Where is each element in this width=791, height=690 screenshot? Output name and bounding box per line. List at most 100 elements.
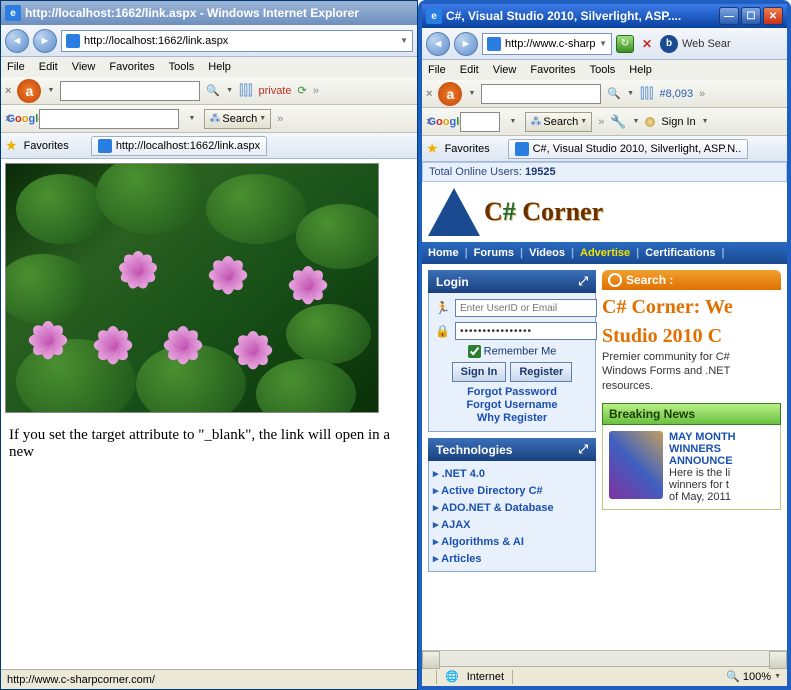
star-icon[interactable]: ★ <box>426 140 439 157</box>
nav-advertise[interactable]: Advertise <box>580 247 630 259</box>
google-more[interactable]: » <box>277 113 283 125</box>
menu-tools[interactable]: Tools <box>590 64 616 76</box>
favorites-label[interactable]: Favorites <box>445 143 490 155</box>
address-bar[interactable]: http://localhost:1662/link.aspx ▼ <box>61 30 413 52</box>
forgot-username-link[interactable]: Forgot Username <box>435 399 589 411</box>
google-search-input[interactable] <box>39 109 179 129</box>
private-label[interactable]: private <box>258 85 291 97</box>
web-search-label[interactable]: Web Sear <box>682 38 731 50</box>
search-icon[interactable]: 🔍 <box>206 84 220 97</box>
globe-icon: 🌐 <box>445 670 459 683</box>
ask-dropdown[interactable]: ▼ <box>47 87 54 94</box>
addr-dropdown[interactable]: ▼ <box>599 39 607 48</box>
news-title[interactable]: MAY MONTH WINNERS ANNOUNCE <box>669 431 736 467</box>
menu-favorites[interactable]: Favorites <box>530 64 575 76</box>
bing-icon[interactable]: b <box>660 35 678 53</box>
register-button[interactable]: Register <box>510 362 572 382</box>
favorites-label[interactable]: Favorites <box>24 140 69 152</box>
site-search-bar: Search : <box>602 270 781 290</box>
close-toolbar[interactable]: × <box>426 88 432 100</box>
menu-edit[interactable]: Edit <box>460 64 479 76</box>
wrench-icon[interactable]: 🔧 <box>610 114 626 130</box>
refresh-button[interactable]: ↻ <box>616 35 634 53</box>
stop-button[interactable]: ✕ <box>638 35 656 53</box>
address-bar[interactable]: http://www.c-sharp... ▼ <box>482 33 612 55</box>
site-logo[interactable]: C# Corner <box>422 182 787 242</box>
nav-forums[interactable]: Forums <box>474 247 514 259</box>
menu-tools[interactable]: Tools <box>169 61 195 73</box>
menu-file[interactable]: File <box>7 61 25 73</box>
browser-tab[interactable]: http://localhost:1662/link.aspx <box>91 136 267 156</box>
browser-tab[interactable]: C#, Visual Studio 2010, Silverlight, ASP… <box>508 139 748 159</box>
why-register-link[interactable]: Why Register <box>435 412 589 424</box>
tech-item[interactable]: .NET 4.0 <box>431 465 593 482</box>
remember-checkbox[interactable] <box>468 345 481 358</box>
expand-icon[interactable]: ⤢ <box>578 442 588 457</box>
google-search-input[interactable] <box>460 112 500 132</box>
nav-home[interactable]: Home <box>428 247 459 259</box>
star-icon[interactable]: ★ <box>5 137 18 154</box>
signin-dropdown[interactable]: ▼ <box>702 118 709 125</box>
signin-toolbar[interactable]: Sign In <box>661 116 695 128</box>
ask-dropdown[interactable]: ▼ <box>468 90 475 97</box>
rank-label[interactable]: #8,093 <box>659 88 693 100</box>
more-icon[interactable]: » <box>313 85 319 97</box>
google-search-button[interactable]: ⁂Search▼ <box>204 109 271 129</box>
menu-file[interactable]: File <box>428 64 446 76</box>
menu-help[interactable]: Help <box>208 61 231 73</box>
nav-videos[interactable]: Videos <box>529 247 565 259</box>
forward-button[interactable]: ► <box>454 32 478 56</box>
maximize-button[interactable]: ☐ <box>741 7 761 25</box>
zoom-icon[interactable]: 🔍 <box>726 670 740 683</box>
google-toolbar: × Google ▼ ⁂Search▼ » 🔧 ▼ Sign In ▼ <box>422 108 787 136</box>
ask-icon[interactable]: a <box>438 82 462 106</box>
google-input-dropdown[interactable]: ▼ <box>185 115 198 122</box>
google-input-dropdown[interactable]: ▼ <box>506 118 519 125</box>
search-dropdown[interactable]: ▼ <box>226 87 233 94</box>
menu-view[interactable]: View <box>493 64 517 76</box>
bars-icon[interactable]: ⫿⫿⫿ <box>239 82 252 99</box>
lily-image[interactable] <box>5 163 379 413</box>
forgot-password-link[interactable]: Forgot Password <box>435 386 589 398</box>
menu-view[interactable]: View <box>72 61 96 73</box>
close-button[interactable]: ✕ <box>763 7 783 25</box>
ask-search-input[interactable] <box>60 81 200 101</box>
tech-item[interactable]: Algorithms & AI <box>431 533 593 550</box>
search-icon[interactable]: 🔍 <box>607 87 621 100</box>
search-dropdown[interactable]: ▼ <box>627 90 634 97</box>
horizontal-scrollbar[interactable] <box>422 650 787 666</box>
userid-input[interactable] <box>455 299 597 317</box>
password-input[interactable] <box>455 322 597 340</box>
google-search-button[interactable]: ⁂Search▼ <box>525 112 592 132</box>
signin-button[interactable]: Sign In <box>452 362 507 382</box>
google-toolbar: × Google ▼ ⁂Search▼ » <box>1 105 417 133</box>
ask-icon[interactable]: a <box>17 79 41 103</box>
tech-item[interactable]: Active Directory C# <box>431 482 593 499</box>
statusbar-left: http://www.c-sharpcorner.com/ <box>1 669 417 689</box>
google-more[interactable]: » <box>598 116 604 128</box>
refresh-icon[interactable]: ⟳ <box>298 84 307 97</box>
tech-item[interactable]: ADO.NET & Database <box>431 499 593 516</box>
back-button[interactable]: ◄ <box>426 32 450 56</box>
addr-dropdown[interactable]: ▼ <box>400 36 408 45</box>
menu-edit[interactable]: Edit <box>39 61 58 73</box>
tech-item[interactable]: AJAX <box>431 516 593 533</box>
menu-favorites[interactable]: Favorites <box>109 61 154 73</box>
close-toolbar[interactable]: × <box>5 85 11 97</box>
expand-icon[interactable]: ⤢ <box>578 274 588 289</box>
wrench-dropdown[interactable]: ▼ <box>632 118 639 125</box>
bars-icon[interactable]: ⫿⫿⫿ <box>640 85 653 102</box>
titlebar-right[interactable]: e C#, Visual Studio 2010, Silverlight, A… <box>422 4 787 28</box>
back-button[interactable]: ◄ <box>5 29 29 53</box>
tech-item[interactable]: Articles <box>431 550 593 567</box>
zoom-dropdown[interactable]: ▼ <box>774 673 781 680</box>
nav-certifications[interactable]: Certifications <box>645 247 715 259</box>
minimize-button[interactable]: — <box>719 7 739 25</box>
forward-button[interactable]: ► <box>33 29 57 53</box>
titlebar-left[interactable]: e http://localhost:1662/link.aspx - Wind… <box>1 1 417 25</box>
headline-2: Studio 2010 C <box>602 325 781 348</box>
more-icon[interactable]: » <box>699 88 705 100</box>
ask-search-input[interactable] <box>481 84 601 104</box>
menu-help[interactable]: Help <box>629 64 652 76</box>
news-thumbnail[interactable] <box>609 431 663 499</box>
